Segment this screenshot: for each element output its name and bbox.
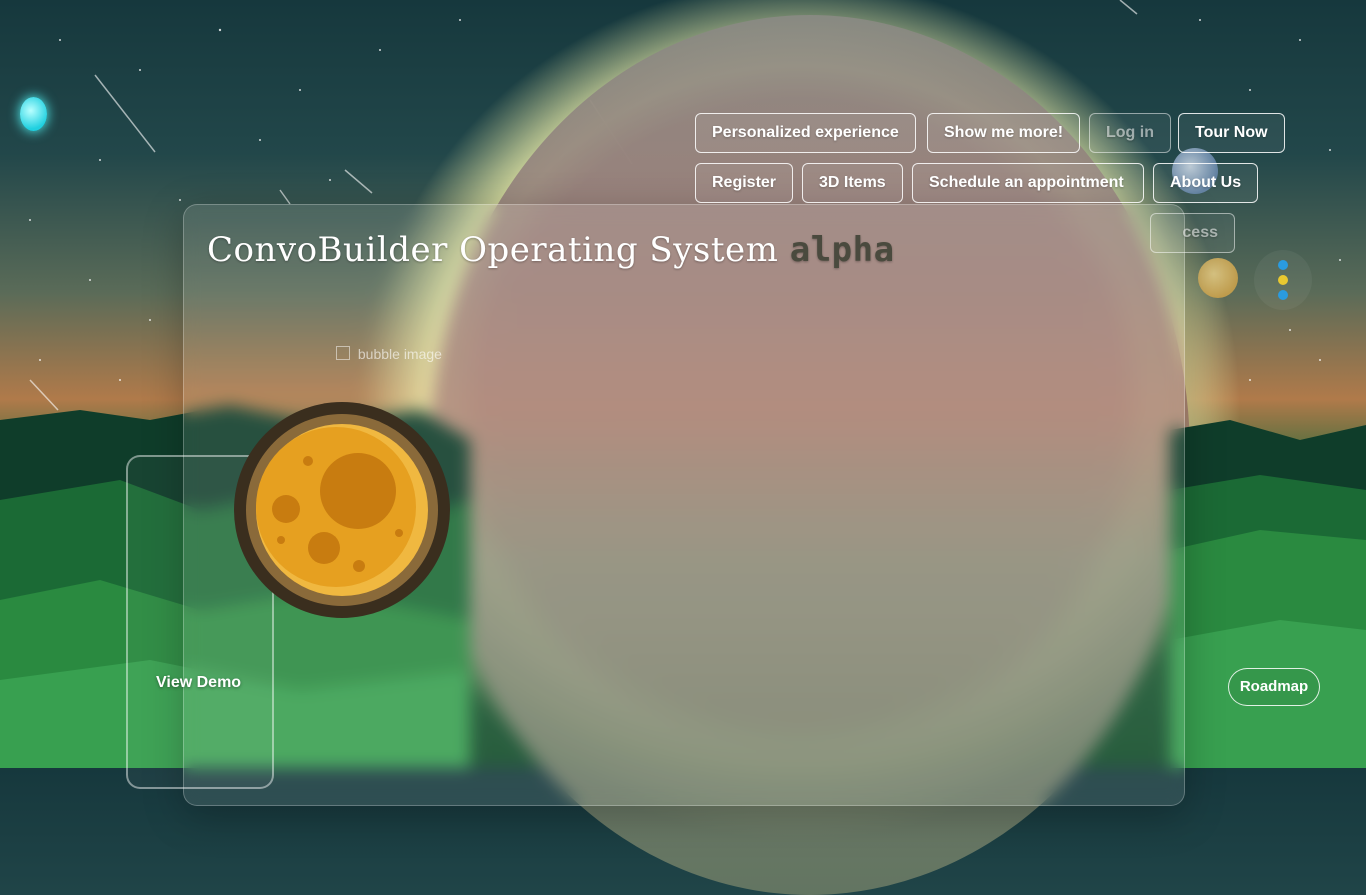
dot-top (1278, 260, 1288, 270)
small-planet-icon (1198, 258, 1238, 298)
cyan-planet-icon (20, 97, 47, 131)
nav-about-us-button[interactable]: About Us (1153, 163, 1259, 203)
nav-3d-items-button[interactable]: 3D Items (802, 163, 903, 203)
dot-middle (1278, 275, 1288, 285)
view-demo-label[interactable]: View Demo (156, 674, 241, 692)
nav-access-button[interactable]: cess (1150, 213, 1235, 253)
nav-register-button[interactable]: Register (695, 163, 794, 203)
roadmap-button[interactable]: Roadmap (1228, 668, 1320, 706)
menu-dots-icon[interactable] (1254, 250, 1312, 310)
bubble-image-alt: bubble image (357, 346, 442, 362)
moon-icon[interactable] (233, 401, 451, 619)
bubble-image-placeholder: bubble image (336, 346, 442, 362)
nav-personalized-experience-button[interactable]: Personalized experience (695, 113, 916, 153)
nav-tour-now-button[interactable]: Tour Now (1178, 113, 1285, 153)
nav-schedule-appointment-button[interactable]: Schedule an appointment (912, 163, 1144, 203)
alpha-badge: alpha (789, 230, 895, 270)
dot-bottom (1278, 290, 1288, 300)
nav-show-me-more-button[interactable]: Show me more! (927, 113, 1081, 153)
nav-log-in-button[interactable]: Log in (1089, 113, 1171, 153)
page-title: ConvoBuilder Operating System alpha (207, 230, 895, 270)
title-main: ConvoBuilder Operating System (207, 230, 779, 270)
